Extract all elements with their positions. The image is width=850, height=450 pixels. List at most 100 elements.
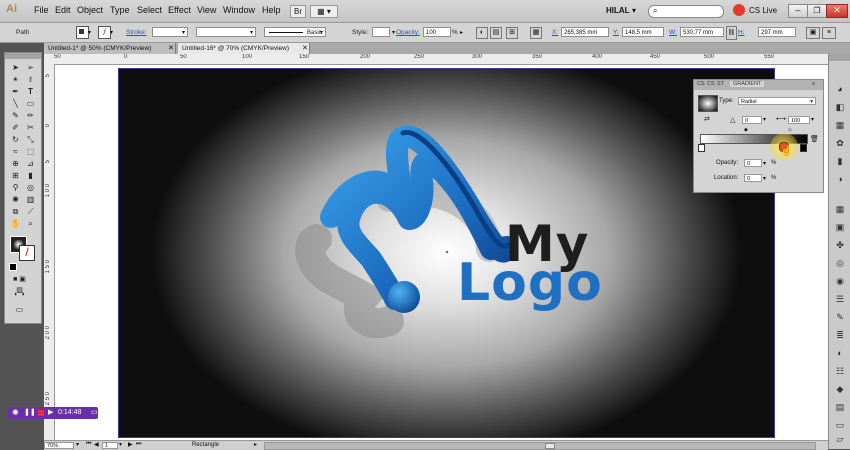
- menu-type[interactable]: Type: [110, 5, 130, 15]
- cs-live-button[interactable]: CS Live: [749, 6, 777, 15]
- x-field[interactable]: 265.385 mm: [561, 27, 609, 37]
- last-artboard-icon[interactable]: ⏭: [136, 441, 141, 448]
- stroke-link[interactable]: Stroke:: [126, 29, 147, 36]
- hand-tool-icon[interactable]: ✋: [9, 218, 22, 229]
- perspective-grid-tool-icon[interactable]: ⊿: [24, 158, 37, 169]
- menu-object[interactable]: Object: [77, 5, 103, 15]
- tab-color-swatch[interactable]: CS: [697, 81, 705, 87]
- menu-file[interactable]: File: [34, 5, 49, 15]
- dock-grip[interactable]: [829, 54, 850, 61]
- lasso-tool-icon[interactable]: ℓ: [24, 74, 37, 85]
- transform-grid-icon[interactable]: ▦: [530, 27, 542, 39]
- search-input[interactable]: ⌕: [648, 5, 724, 18]
- line-tool-icon[interactable]: ╲: [9, 98, 22, 109]
- variable-width-field[interactable]: ▾: [196, 27, 256, 37]
- first-artboard-icon[interactable]: ⏮: [86, 441, 91, 448]
- gradient-type-select[interactable]: Radial ▾: [738, 97, 816, 105]
- style-swatch[interactable]: [372, 27, 390, 37]
- height-field[interactable]: 297 mm: [758, 27, 796, 37]
- stroke-dropdown-icon[interactable]: ▾: [110, 29, 113, 36]
- menu-effect[interactable]: Effect: [168, 5, 191, 15]
- y-link[interactable]: Y:: [613, 29, 619, 36]
- pen-tool-icon[interactable]: ✒: [9, 86, 22, 97]
- swatches-panel-icon[interactable]: ▦: [834, 120, 846, 130]
- tab-stroke[interactable]: ST: [717, 81, 724, 87]
- selection-tool-icon[interactable]: ➤: [9, 62, 22, 73]
- color-guide-panel-icon[interactable]: ◧: [834, 102, 846, 112]
- panel-menu-icon[interactable]: ≡: [822, 27, 836, 39]
- y-field[interactable]: 148.5 mm: [622, 27, 664, 37]
- artboard-tool-icon[interactable]: ⧉: [9, 206, 22, 217]
- info-panel-icon[interactable]: ▭: [834, 420, 846, 430]
- type-tool-icon[interactable]: T: [24, 86, 37, 97]
- zoom-tool-icon[interactable]: ⌕: [24, 218, 37, 229]
- free-transform-tool-icon[interactable]: ⬚: [24, 146, 37, 157]
- slice-tool-icon[interactable]: ⟋: [24, 206, 37, 217]
- aspect-dropdown-icon[interactable]: ▾: [811, 116, 814, 123]
- mesh-tool-icon[interactable]: ⊞: [9, 170, 22, 181]
- stroke-color-swatch[interactable]: /: [19, 245, 35, 261]
- reference-point-icon[interactable]: ⊞: [506, 27, 518, 39]
- menu-view[interactable]: View: [197, 5, 216, 15]
- shape-builder-tool-icon[interactable]: ⊕: [9, 158, 22, 169]
- menu-window[interactable]: Window: [223, 5, 255, 15]
- stroke-weight-field[interactable]: ▾: [152, 27, 188, 37]
- close-button[interactable]: ✕: [826, 4, 848, 18]
- delete-stop-icon[interactable]: 🗑: [810, 135, 819, 143]
- gradient-tool-icon[interactable]: ▮: [24, 170, 37, 181]
- aspect-ratio-field[interactable]: 100: [788, 116, 810, 124]
- scale-tool-icon[interactable]: ⤡: [24, 134, 37, 145]
- blob-brush-tool-icon[interactable]: ✐: [9, 122, 22, 133]
- color-mode-icon[interactable]: ■ ▣ ▨: [13, 274, 26, 294]
- scrollbar-thumb[interactable]: [545, 443, 555, 449]
- workspace-user-label[interactable]: HILAL: [606, 6, 630, 15]
- transparency-panel-icon[interactable]: ◑: [834, 174, 846, 184]
- restore-button[interactable]: ❐: [807, 4, 827, 18]
- w-link[interactable]: W:: [669, 29, 677, 36]
- paragraph-panel-icon[interactable]: ▤: [834, 402, 846, 412]
- align-panel-icon[interactable]: ☷: [834, 366, 846, 376]
- minimize-button[interactable]: –: [788, 4, 808, 18]
- isolate-group-icon[interactable]: ▣: [806, 27, 820, 39]
- gradient-stop-black[interactable]: [800, 144, 807, 152]
- workspace-dropdown-icon[interactable]: ▾: [632, 6, 636, 15]
- width-field[interactable]: 530.77 mm: [680, 27, 724, 37]
- magic-wand-tool-icon[interactable]: ✴: [9, 74, 22, 85]
- menu-edit[interactable]: Edit: [55, 5, 71, 15]
- tab-untitled-16[interactable]: Untitled-16* @ 70% (CMYK/Preview): [178, 43, 310, 54]
- layers-panel-icon[interactable]: ☰: [834, 294, 846, 304]
- bridge-button[interactable]: Br: [290, 5, 306, 18]
- color-panel-icon[interactable]: ◕: [834, 84, 846, 94]
- logo-text-logo[interactable]: Logo: [457, 255, 603, 311]
- tab-close-icon[interactable]: ✕: [168, 44, 174, 52]
- gradient-stop-white[interactable]: [698, 144, 705, 152]
- next-artboard-icon[interactable]: ▶: [128, 441, 133, 448]
- eyedropper-tool-icon[interactable]: ⚲: [9, 182, 22, 193]
- panel-menu-icon[interactable]: ≡: [812, 81, 815, 87]
- artboard-number-field[interactable]: 1: [102, 442, 118, 449]
- tab-close-icon[interactable]: ✕: [302, 44, 308, 52]
- gradient-preview-swatch[interactable]: [698, 95, 718, 112]
- blend-tool-icon[interactable]: ◎: [24, 182, 37, 193]
- previous-artboard-icon[interactable]: ◀: [94, 441, 99, 448]
- appearance-panel-icon[interactable]: ◎: [834, 258, 846, 268]
- default-colors-icon[interactable]: [9, 263, 17, 271]
- constrain-proportions-icon[interactable]: ⛓: [726, 26, 737, 40]
- column-graph-tool-icon[interactable]: ▥: [24, 194, 37, 205]
- artboard[interactable]: My Logo: [118, 68, 775, 438]
- reverse-gradient-icon[interactable]: ⇄: [704, 115, 710, 123]
- x-link[interactable]: X:: [552, 29, 558, 36]
- toolbox-grip[interactable]: [5, 53, 41, 59]
- stop-location-field[interactable]: 0: [744, 174, 762, 182]
- actions-panel-icon[interactable]: ▱: [834, 434, 846, 444]
- menu-help[interactable]: Help: [262, 5, 281, 15]
- opacity-dropdown-icon[interactable]: ▸: [460, 29, 463, 36]
- tab-untitled-1[interactable]: Untitled-1* @ 50% (CMYK/Preview): [44, 43, 176, 54]
- navigator-panel-icon[interactable]: ≣: [834, 330, 846, 340]
- screen-recorder-widget[interactable]: ✺ ❚❚ ▶ 0:14:48 ▭: [8, 407, 98, 419]
- zoom-field[interactable]: 70%: [44, 442, 74, 449]
- eraser-tool-icon[interactable]: ✂: [24, 122, 37, 133]
- tab-color-guide[interactable]: CS: [707, 81, 715, 87]
- vertical-ruler[interactable]: 5 0 5 1 0 0 1 5 0 2 0 0 2 5 0: [44, 64, 55, 440]
- direct-selection-tool-icon[interactable]: ➢: [24, 62, 37, 73]
